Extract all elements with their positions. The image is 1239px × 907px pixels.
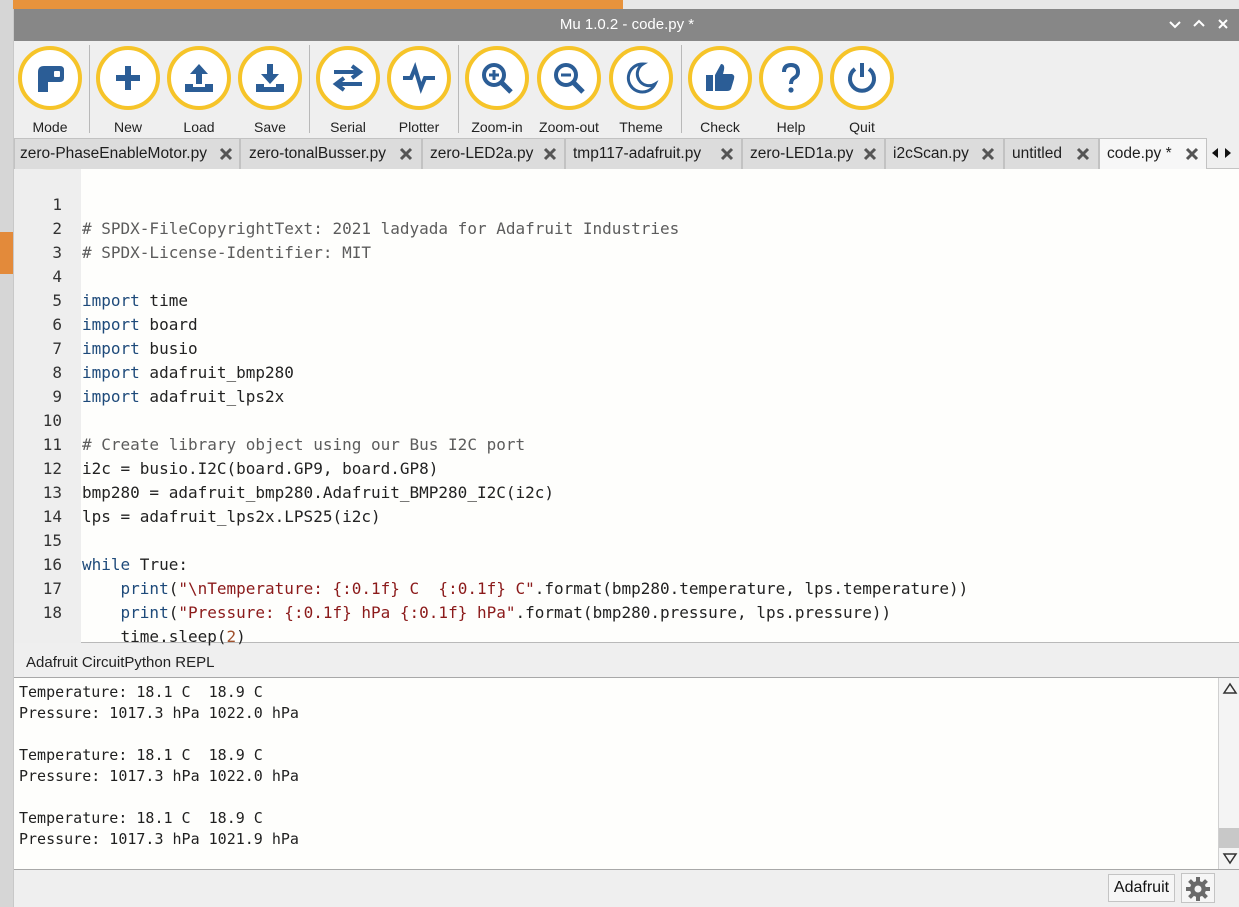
close-icon[interactable] xyxy=(862,146,878,162)
chevron-down-icon xyxy=(1169,21,1181,29)
close-icon[interactable] xyxy=(542,146,558,162)
code-line: 9 xyxy=(14,361,1239,406)
code-line: 4 import time xyxy=(14,241,1239,310)
code-line: 18 time.sleep(2) xyxy=(14,577,1239,646)
code-line: 3 xyxy=(14,217,1239,262)
question-icon xyxy=(782,62,801,93)
thumbs-up-icon xyxy=(706,64,735,91)
scrollbar-thumb[interactable] xyxy=(1219,828,1239,848)
minimize-button[interactable] xyxy=(1166,15,1184,33)
tab-label: zero-LED2a.py xyxy=(430,145,534,162)
repl-title: Adafruit CircuitPython REPL xyxy=(26,654,215,671)
close-icon xyxy=(1218,19,1228,29)
tab-scroll-right-icon[interactable] xyxy=(1223,147,1233,159)
download-icon xyxy=(256,64,284,92)
code-line: 2 # SPDX-License-Identifier: MIT xyxy=(14,193,1239,262)
tab-label: tmp117-adafruit.py xyxy=(573,145,702,162)
load-button[interactable]: Load xyxy=(164,45,234,135)
power-icon xyxy=(848,63,876,93)
tab-tmp117-adafruit[interactable]: tmp117-adafruit.py xyxy=(565,138,742,169)
repl-panel[interactable]: Temperature: 18.1 C 18.9 C Pressure: 101… xyxy=(14,677,1239,870)
code-line: 11 i2c = busio.I2C(board.GP9, board.GP8) xyxy=(14,409,1239,478)
close-icon[interactable] xyxy=(218,146,234,162)
code-line: 7 import adafruit_bmp280 xyxy=(14,313,1239,382)
toolbar: Mode New Load Save Serial Plotter Zoom-i… xyxy=(14,41,1239,139)
repl-output: Temperature: 18.1 C 18.9 C Pressure: 101… xyxy=(19,683,299,848)
tab-scroll-left-icon[interactable] xyxy=(1210,147,1220,159)
tab-label: zero-PhaseEnableMotor.py xyxy=(20,145,207,162)
tab-label: code.py * xyxy=(1107,145,1172,162)
code-line: 14 xyxy=(14,481,1239,526)
mode-button[interactable]: Mode xyxy=(15,45,85,135)
swap-arrows-icon xyxy=(332,64,364,92)
desktop-background-strip xyxy=(0,0,13,907)
close-icon[interactable] xyxy=(1184,146,1200,162)
file-tabs: zero-PhaseEnableMotor.py zero-tonalBusse… xyxy=(14,138,1239,169)
close-icon[interactable] xyxy=(1075,146,1091,162)
scroll-down-icon[interactable] xyxy=(1222,852,1238,866)
tab-label: zero-tonalBusser.py xyxy=(249,145,386,162)
close-icon[interactable] xyxy=(980,146,996,162)
code-line: 17 print("Pressure: {:0.1f} hPa {:0.1f} … xyxy=(14,553,1239,622)
code-line: 1 # SPDX-FileCopyrightText: 2021 ladyada… xyxy=(14,169,1239,238)
tab-zero-led2a[interactable]: zero-LED2a.py xyxy=(422,138,565,169)
serial-button[interactable]: Serial xyxy=(313,45,383,135)
code-line: 12 bmp280 = adafruit_bmp280.Adafruit_BMP… xyxy=(14,433,1239,502)
current-mode-button[interactable]: Adafruit xyxy=(1108,874,1175,902)
close-icon[interactable] xyxy=(719,146,735,162)
mu-editor-window: Mu 1.0.2 - code.py * Mode New Load Save … xyxy=(13,9,1239,907)
code-line: 16 print("\nTemperature: {:0.1f} C {:0.1… xyxy=(14,529,1239,598)
chevron-up-icon xyxy=(1193,19,1205,27)
gear-icon xyxy=(1186,877,1210,901)
save-button[interactable]: Save xyxy=(235,45,305,135)
code-line: 5 import board xyxy=(14,265,1239,334)
plotter-button[interactable]: Plotter xyxy=(384,45,454,135)
tab-zero-tonalbusser[interactable]: zero-tonalBusser.py xyxy=(240,138,422,169)
code-line: 8 import adafruit_lps2x xyxy=(14,337,1239,406)
status-bar: Adafruit xyxy=(14,870,1239,907)
window-title: Mu 1.0.2 - code.py * xyxy=(559,16,695,33)
maximize-button[interactable] xyxy=(1190,15,1208,33)
zoom-in-button[interactable]: Zoom-in xyxy=(462,45,532,135)
tab-label: i2cScan.py xyxy=(893,145,969,162)
upload-icon xyxy=(185,64,213,92)
tab-untitled[interactable]: untitled xyxy=(1004,138,1099,169)
zoom-in-icon xyxy=(482,63,513,94)
moon-icon xyxy=(626,62,659,94)
code-line: 13 lps = adafruit_lps2x.LPS25(i2c) xyxy=(14,457,1239,526)
new-button[interactable]: New xyxy=(93,45,163,135)
help-button[interactable]: Help xyxy=(756,45,826,135)
tab-label: zero-LED1a.py xyxy=(750,145,854,162)
code-editor[interactable]: 1 # SPDX-FileCopyrightText: 2021 ladyada… xyxy=(14,169,1239,646)
mode-icon xyxy=(38,66,64,92)
tab-zero-phaseenablemotor[interactable]: zero-PhaseEnableMotor.py xyxy=(14,138,240,169)
tab-label: untitled xyxy=(1012,145,1062,162)
plus-icon xyxy=(116,66,140,90)
close-window-button[interactable] xyxy=(1214,15,1232,33)
title-bar: Mu 1.0.2 - code.py * xyxy=(14,9,1239,41)
settings-button[interactable] xyxy=(1181,873,1215,903)
quit-button[interactable]: Quit xyxy=(827,45,897,135)
zoom-out-button[interactable]: Zoom-out xyxy=(534,45,604,135)
repl-scrollbar[interactable] xyxy=(1218,678,1239,869)
scroll-up-icon[interactable] xyxy=(1222,681,1238,695)
tab-code-py[interactable]: code.py * xyxy=(1099,138,1207,169)
code-line: 6 import busio xyxy=(14,289,1239,358)
line-number: 18 xyxy=(42,603,62,622)
code-line: 10 # Create library object using our Bus… xyxy=(14,385,1239,454)
check-button[interactable]: Check xyxy=(685,45,755,135)
code-line: 15 while True: xyxy=(14,505,1239,574)
tab-zero-led1a[interactable]: zero-LED1a.py xyxy=(742,138,885,169)
zoom-out-icon xyxy=(554,63,585,94)
pulse-icon xyxy=(403,61,435,95)
close-icon[interactable] xyxy=(398,146,414,162)
tab-i2cscan[interactable]: i2cScan.py xyxy=(885,138,1004,169)
theme-button[interactable]: Theme xyxy=(606,45,676,135)
